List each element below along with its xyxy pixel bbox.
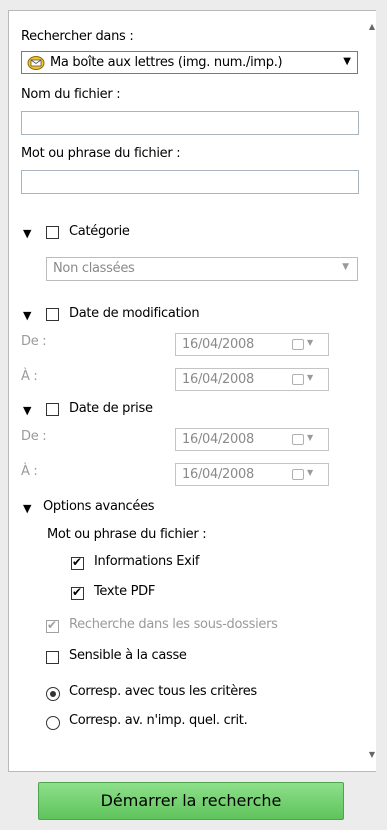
- category-checkbox[interactable]: [46, 226, 59, 239]
- shot-to-label: À :: [21, 464, 38, 479]
- category-dropdown[interactable]: Non classées ▼: [46, 257, 358, 281]
- shot-date-label: Date de prise: [69, 401, 153, 416]
- chevron-down-icon: ▼: [307, 373, 314, 382]
- subfolders-label: Recherche dans les sous-dossiers: [69, 617, 278, 632]
- mailbox-icon: [27, 56, 45, 70]
- exif-label: Informations Exif: [94, 554, 200, 569]
- shot-from-label: De :: [21, 429, 47, 444]
- shot-from-date[interactable]: 16/04/2008 ▼: [175, 428, 329, 451]
- search-in-value: Ma boîte aux lettres (img. num./imp.): [50, 55, 283, 70]
- advanced-word-phrase-label: Mot ou phrase du fichier :: [47, 527, 207, 542]
- modified-from-value: 16/04/2008: [182, 337, 254, 352]
- match-any-radio[interactable]: [46, 716, 60, 730]
- case-sensitive-checkbox[interactable]: [46, 651, 59, 664]
- calendar-icon[interactable]: [292, 469, 304, 480]
- scroll-up-icon[interactable]: ▲: [368, 23, 376, 31]
- expand-triangle-icon[interactable]: ▼: [23, 227, 31, 240]
- expand-triangle-icon[interactable]: ▼: [23, 309, 31, 322]
- pdf-text-label: Texte PDF: [94, 584, 156, 599]
- match-all-radio[interactable]: [46, 687, 60, 701]
- calendar-icon[interactable]: [292, 339, 304, 350]
- start-search-button[interactable]: Démarrer la recherche: [38, 782, 344, 820]
- match-all-label: Corresp. avec tous les critères: [69, 684, 257, 699]
- chevron-down-icon: ▼: [343, 56, 351, 67]
- pdf-text-checkbox[interactable]: [71, 585, 84, 600]
- search-in-dropdown[interactable]: Ma boîte aux lettres (img. num./imp.) ▼: [21, 51, 358, 74]
- advanced-options-label: Options avancées: [43, 499, 155, 514]
- word-phrase-input[interactable]: [21, 170, 359, 194]
- modified-from-label: De :: [21, 334, 47, 349]
- chevron-down-icon: ▼: [342, 262, 349, 272]
- shot-from-value: 16/04/2008: [182, 432, 254, 447]
- filename-input[interactable]: [21, 111, 359, 135]
- shot-to-date[interactable]: 16/04/2008 ▼: [175, 463, 329, 486]
- scroll-down-icon[interactable]: ▼: [368, 751, 376, 759]
- modified-from-date[interactable]: 16/04/2008 ▼: [175, 333, 329, 356]
- vertical-scrollbar[interactable]: ▲ ▼: [368, 11, 376, 771]
- exif-checkbox[interactable]: [71, 555, 84, 570]
- subfolders-checkbox[interactable]: [46, 618, 59, 633]
- chevron-down-icon: ▼: [307, 433, 314, 442]
- modified-to-date[interactable]: 16/04/2008 ▼: [175, 368, 329, 391]
- modified-to-value: 16/04/2008: [182, 372, 254, 387]
- shot-date-checkbox[interactable]: [46, 403, 59, 416]
- calendar-icon[interactable]: [292, 374, 304, 385]
- modified-date-checkbox[interactable]: [46, 308, 59, 321]
- word-phrase-label: Mot ou phrase du fichier :: [21, 146, 181, 161]
- chevron-down-icon: ▼: [307, 468, 314, 477]
- modified-date-label: Date de modification: [69, 306, 200, 321]
- calendar-icon[interactable]: [292, 434, 304, 445]
- expand-triangle-icon[interactable]: ▼: [23, 404, 31, 417]
- search-options-panel: Rechercher dans : Ma boîte aux lettres (…: [8, 10, 376, 772]
- match-any-label: Corresp. av. n'imp. quel. crit.: [69, 713, 248, 728]
- category-value: Non classées: [53, 261, 135, 276]
- search-pane: Rechercher dans : Ma boîte aux lettres (…: [0, 0, 387, 830]
- search-in-label: Rechercher dans :: [21, 29, 134, 44]
- chevron-down-icon: ▼: [307, 338, 314, 347]
- modified-to-label: À :: [21, 369, 38, 384]
- category-label: Catégorie: [69, 224, 130, 239]
- expand-triangle-icon[interactable]: ▼: [23, 502, 31, 515]
- case-sensitive-label: Sensible à la casse: [69, 648, 187, 663]
- shot-to-value: 16/04/2008: [182, 467, 254, 482]
- filename-label: Nom du fichier :: [21, 87, 121, 102]
